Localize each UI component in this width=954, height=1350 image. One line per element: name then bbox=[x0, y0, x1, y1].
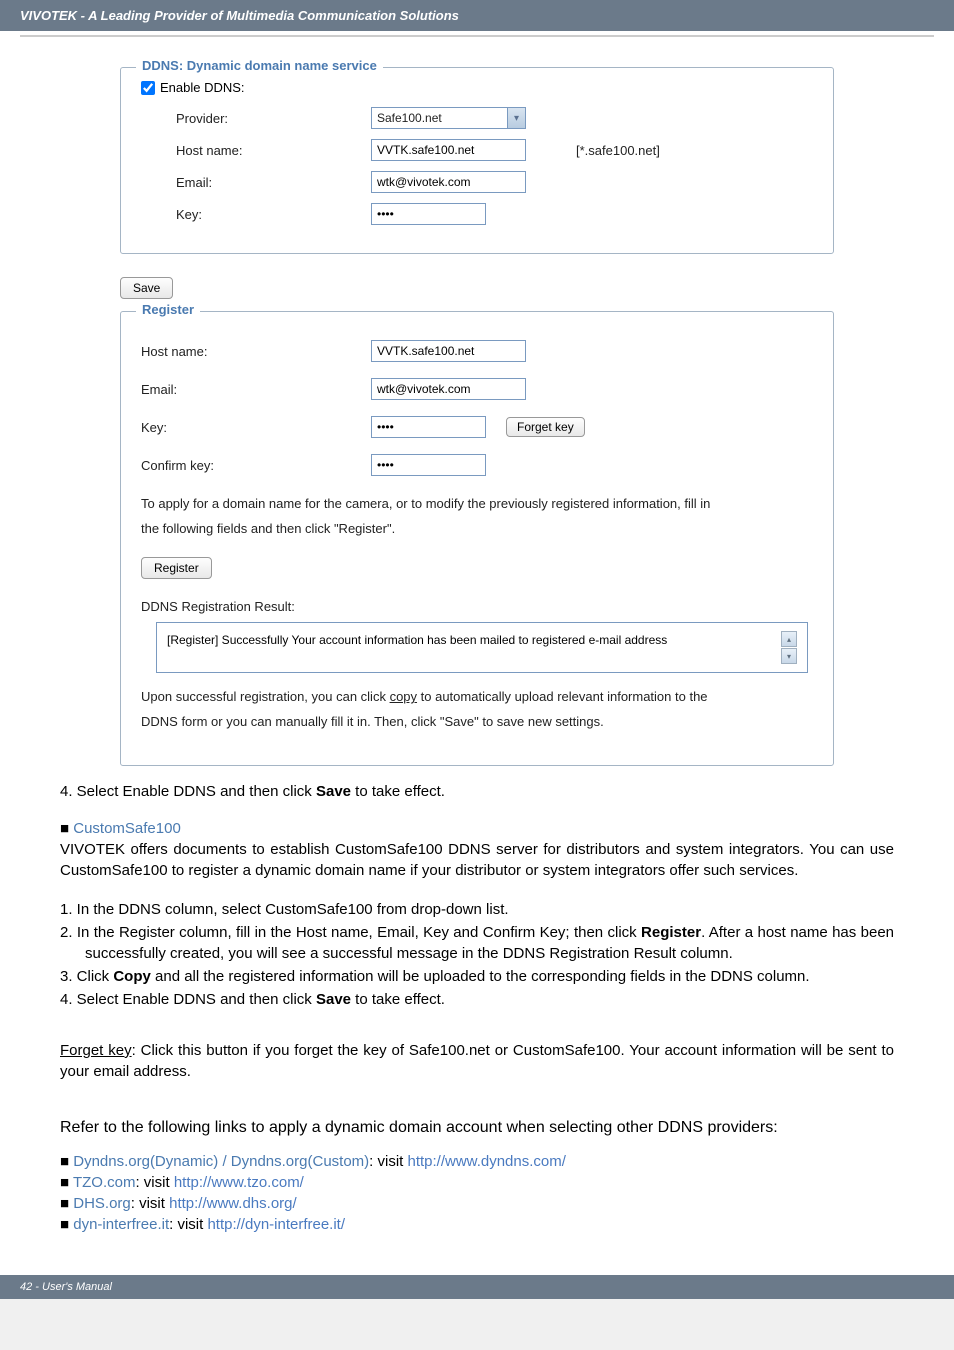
scroll-down-icon[interactable]: ▾ bbox=[781, 648, 797, 664]
cs-step1: 1. In the DDNS column, select CustomSafe… bbox=[60, 899, 894, 920]
reg-confirm-input[interactable] bbox=[371, 454, 486, 476]
cs-step4: 4. Select Enable DDNS and then click Sav… bbox=[60, 989, 894, 1010]
link-tzo: ■ TZO.com: visit http://www.tzo.com/ bbox=[60, 1172, 894, 1193]
reg-email-input[interactable] bbox=[371, 378, 526, 400]
link-dyndns: ■ Dyndns.org(Dynamic) / Dyndns.org(Custo… bbox=[60, 1151, 894, 1172]
enable-ddns-checkbox[interactable] bbox=[141, 81, 155, 95]
register-legend: Register bbox=[136, 302, 200, 317]
scroll-up-icon[interactable]: ▴ bbox=[781, 631, 797, 647]
enable-ddns-row: Enable DDNS: bbox=[141, 80, 813, 95]
reg-hostname-label: Host name: bbox=[141, 344, 371, 359]
ddns-legend: DDNS: Dynamic domain name service bbox=[136, 58, 383, 73]
provider-label: Provider: bbox=[176, 111, 371, 126]
link-interfree: ■ dyn-interfree.it: visit http://dyn-int… bbox=[60, 1214, 894, 1235]
reg-confirm-row: Confirm key: bbox=[141, 454, 813, 476]
customsafe-paragraph: VIVOTEK offers documents to establish Cu… bbox=[60, 839, 894, 881]
reg-email-label: Email: bbox=[141, 382, 371, 397]
reg-confirm-label: Confirm key: bbox=[141, 458, 371, 473]
key-input[interactable] bbox=[371, 203, 486, 225]
reg-key-row: Key: Forget key bbox=[141, 416, 813, 438]
hostname-input[interactable] bbox=[371, 139, 526, 161]
key-row: Key: bbox=[141, 203, 813, 225]
email-label: Email: bbox=[176, 175, 371, 190]
result-text: [Register] Successfully Your account inf… bbox=[167, 631, 781, 664]
ddns-fieldset: DDNS: Dynamic domain name service Enable… bbox=[120, 67, 834, 254]
key-label: Key: bbox=[176, 207, 371, 222]
footer-text: 42 - User's Manual bbox=[20, 1281, 112, 1293]
forget-key-button[interactable]: Forget key bbox=[506, 417, 585, 437]
reg-hostname-row: Host name: bbox=[141, 340, 813, 362]
enable-ddns-label: Enable DDNS: bbox=[160, 80, 245, 95]
customsafe-heading: ■ CustomSafe100 bbox=[60, 818, 894, 839]
result-scrollbar[interactable]: ▴ ▾ bbox=[781, 631, 797, 664]
email-row: Email: bbox=[141, 171, 813, 193]
result-label: DDNS Registration Result: bbox=[141, 599, 813, 614]
hostname-label: Host name: bbox=[176, 143, 371, 158]
reg-key-input[interactable] bbox=[371, 416, 486, 438]
register-instruction: To apply for a domain name for the camer… bbox=[141, 492, 813, 541]
refer-paragraph: Refer to the following links to apply a … bbox=[60, 1117, 894, 1139]
save-button[interactable]: Save bbox=[120, 277, 173, 299]
register-button[interactable]: Register bbox=[141, 557, 212, 579]
content-area: DDNS: Dynamic domain name service Enable… bbox=[0, 37, 954, 1255]
cs-step3: 3. Click Copy and all the registered inf… bbox=[60, 966, 894, 987]
step4-text: 4. Select Enable DDNS and then click Sav… bbox=[60, 781, 894, 802]
result-box: [Register] Successfully Your account inf… bbox=[156, 622, 808, 673]
page-container: VIVOTEK - A Leading Provider of Multimed… bbox=[0, 0, 954, 1299]
register-fieldset: Register Host name: Email: Key: Forget k… bbox=[120, 311, 834, 766]
email-input[interactable] bbox=[371, 171, 526, 193]
provider-value: Safe100.net bbox=[377, 111, 442, 125]
header-title: VIVOTEK - A Leading Provider of Multimed… bbox=[20, 8, 459, 23]
post-register-text: Upon successful registration, you can cl… bbox=[141, 685, 813, 734]
reg-hostname-input[interactable] bbox=[371, 340, 526, 362]
reg-email-row: Email: bbox=[141, 378, 813, 400]
cs-step2: 2. In the Register column, fill in the H… bbox=[60, 922, 894, 964]
hostname-row: Host name: [*.safe100.net] bbox=[141, 139, 813, 161]
forget-key-paragraph: Forget key: Click this button if you for… bbox=[60, 1040, 894, 1082]
provider-row: Provider: Safe100.net ▾ bbox=[141, 107, 813, 129]
footer-bar: 42 - User's Manual bbox=[0, 1275, 954, 1299]
link-dhs: ■ DHS.org: visit http://www.dhs.org/ bbox=[60, 1193, 894, 1214]
chevron-down-icon: ▾ bbox=[507, 108, 525, 128]
reg-key-label: Key: bbox=[141, 420, 371, 435]
header-bar: VIVOTEK - A Leading Provider of Multimed… bbox=[0, 0, 954, 31]
provider-select[interactable]: Safe100.net ▾ bbox=[371, 107, 526, 129]
hostname-suffix: [*.safe100.net] bbox=[576, 143, 660, 158]
